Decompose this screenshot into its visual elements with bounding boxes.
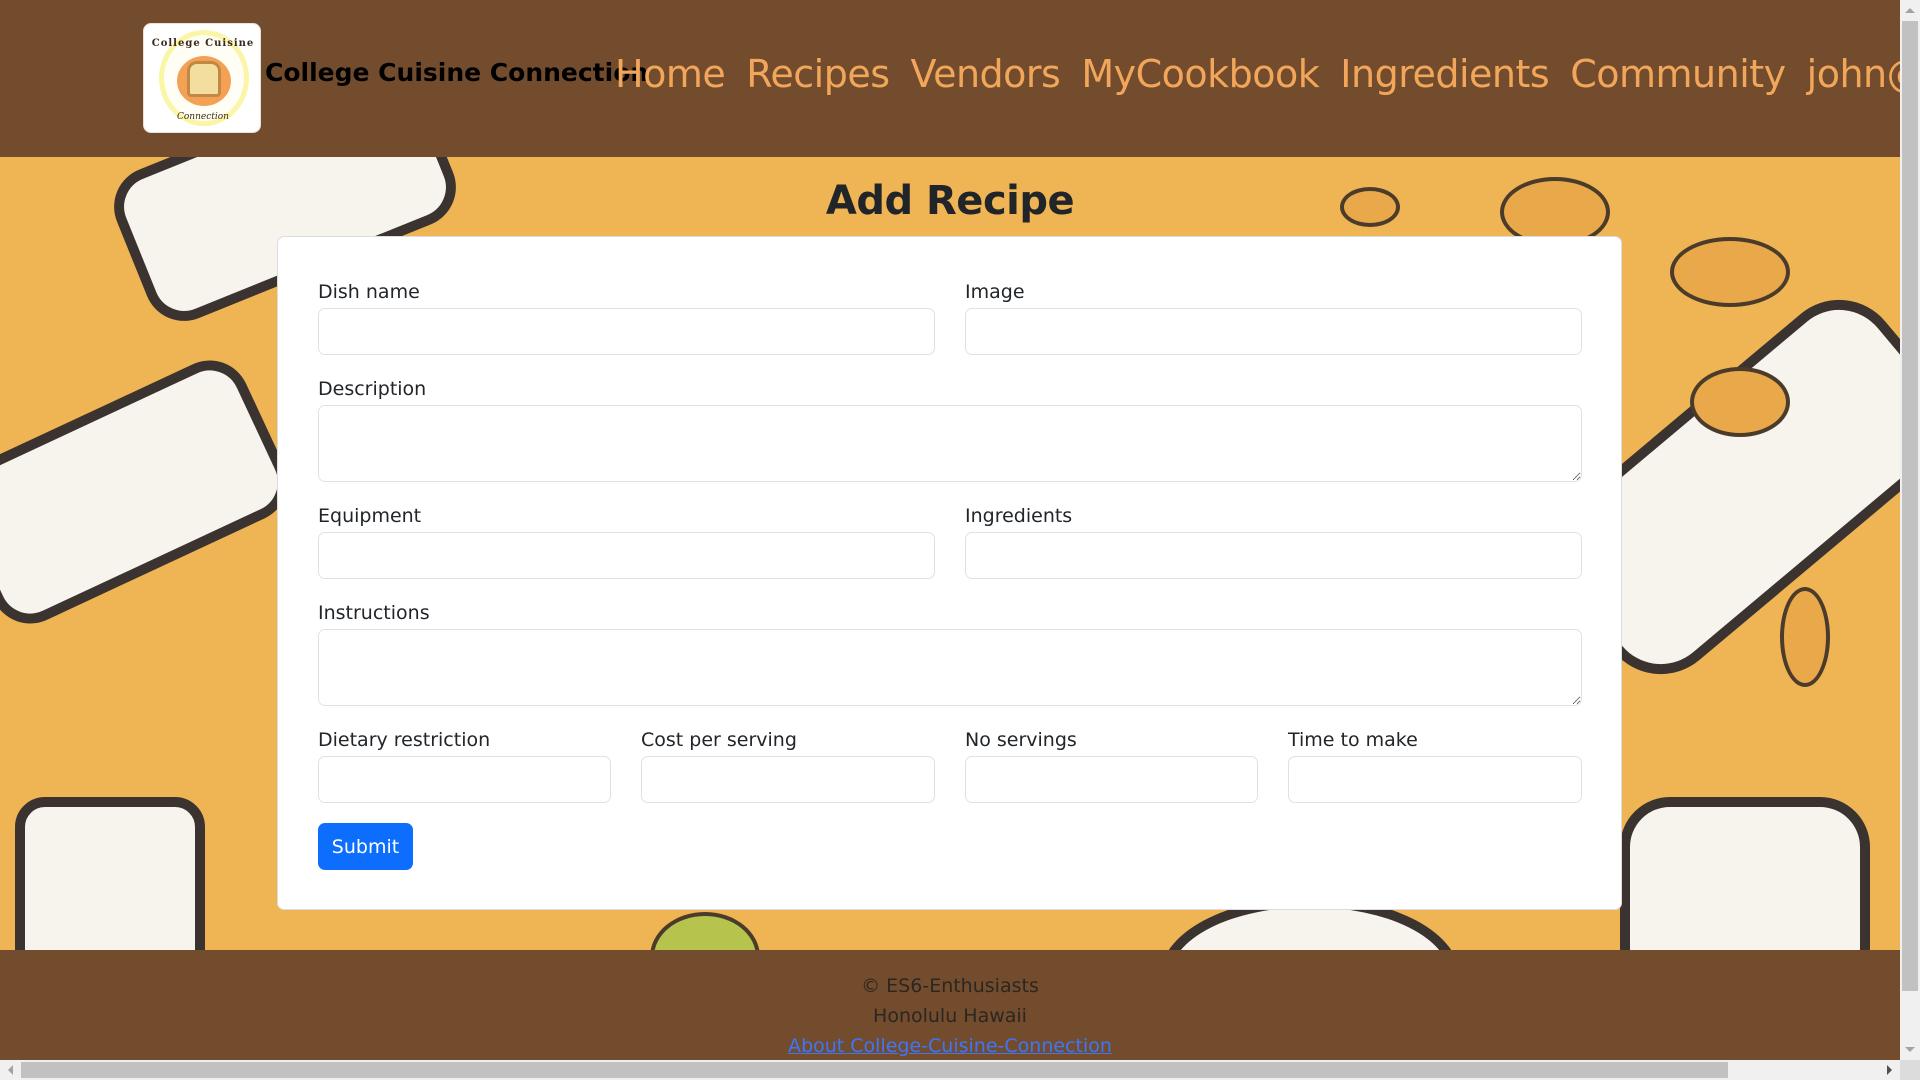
description-textarea[interactable] <box>318 405 1582 482</box>
tray-sketch <box>0 347 301 637</box>
jar-sketch <box>1620 797 1870 950</box>
logo-bottom-text: Connection <box>177 112 229 122</box>
nav-link-user-account[interactable]: john@fo <box>1807 52 1900 96</box>
scroll-left-arrow-icon[interactable] <box>8 1065 13 1075</box>
about-link[interactable]: About College-Cuisine-Connection <box>788 1035 1112 1057</box>
dietary-restriction-label: Dietary restriction <box>318 729 491 751</box>
dish-name-label: Dish name <box>318 281 420 303</box>
nav-links: Home Recipes Vendors MyCookbook Ingredie… <box>615 52 1900 96</box>
add-recipe-form: Dish name Image Description Equipment In… <box>277 236 1622 910</box>
instructions-textarea[interactable] <box>318 629 1582 706</box>
jar-sketch <box>15 797 205 950</box>
cost-per-serving-label: Cost per serving <box>641 729 797 751</box>
no-servings-input[interactable] <box>965 756 1258 803</box>
page-title: Add Recipe <box>825 178 1075 224</box>
cookie-sketch <box>1690 367 1790 437</box>
nav-link-community[interactable]: Community <box>1570 52 1786 96</box>
bread-icon <box>187 61 221 97</box>
navbar: College Cuisine Connection College Cuisi… <box>0 0 1900 157</box>
nav-link-home[interactable]: Home <box>615 52 726 96</box>
logo-top-text: College Cuisine <box>151 38 255 49</box>
vertical-scrollbar[interactable] <box>1900 0 1920 1060</box>
ingredients-input[interactable] <box>965 532 1582 579</box>
dish-name-input[interactable] <box>318 308 935 355</box>
scrollbar-corner <box>1900 1060 1920 1080</box>
lime-sketch <box>650 912 760 950</box>
description-label: Description <box>318 378 427 400</box>
time-to-make-input[interactable] <box>1288 756 1582 803</box>
seed-sketch <box>1780 587 1830 687</box>
site-logo[interactable]: College Cuisine Connection <box>143 23 261 133</box>
cost-per-serving-input[interactable] <box>641 756 935 803</box>
cookie-sketch <box>1670 237 1790 307</box>
instructions-label: Instructions <box>318 602 430 624</box>
dietary-restriction-input[interactable] <box>318 756 611 803</box>
nav-link-recipes[interactable]: Recipes <box>746 52 890 96</box>
nav-link-vendors[interactable]: Vendors <box>911 52 1061 96</box>
vertical-scroll-thumb[interactable] <box>1902 21 1918 991</box>
equipment-label: Equipment <box>318 505 422 527</box>
nav-link-ingredients[interactable]: Ingredients <box>1340 52 1549 96</box>
footer-location: Honolulu Hawaii <box>873 1005 1027 1027</box>
ingredients-label: Ingredients <box>965 505 1073 527</box>
footer: © ES6-Enthusiasts Honolulu Hawaii About … <box>0 950 1900 1060</box>
no-servings-label: No servings <box>965 729 1077 751</box>
page-viewport: College Cuisine Connection College Cuisi… <box>0 0 1900 1060</box>
submit-button[interactable]: Submit <box>318 823 413 870</box>
brand-name[interactable]: College Cuisine Connection <box>265 58 648 87</box>
time-to-make-label: Time to make <box>1288 729 1418 751</box>
horizontal-scrollbar[interactable] <box>0 1060 1900 1080</box>
footer-copyright: © ES6-Enthusiasts <box>861 975 1039 997</box>
scroll-right-arrow-icon[interactable] <box>1887 1065 1892 1075</box>
equipment-input[interactable] <box>318 532 935 579</box>
image-label: Image <box>965 281 1025 303</box>
horizontal-scroll-thumb[interactable] <box>21 1062 1728 1078</box>
scroll-down-arrow-icon[interactable] <box>1905 1047 1915 1052</box>
image-input[interactable] <box>965 308 1582 355</box>
nav-link-mycookbook[interactable]: MyCookbook <box>1081 52 1319 96</box>
scroll-up-arrow-icon[interactable] <box>1905 8 1915 13</box>
